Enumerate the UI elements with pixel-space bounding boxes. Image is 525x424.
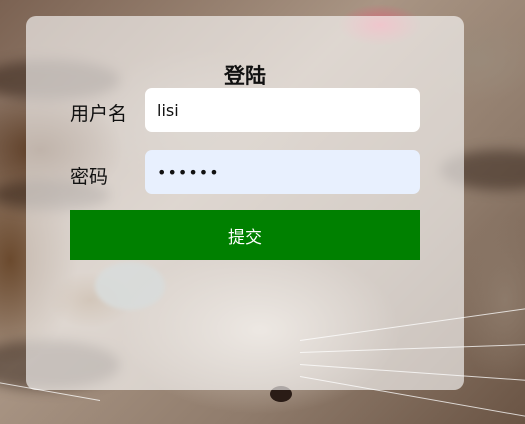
password-input[interactable] <box>145 150 420 194</box>
login-card: 登陆 <box>26 16 464 390</box>
submit-button[interactable]: 提交 <box>70 210 420 260</box>
password-label: 密码 <box>70 166 109 188</box>
username-label: 用户名 <box>70 103 128 125</box>
username-input[interactable] <box>145 88 420 132</box>
login-title: 登陆 <box>224 64 266 88</box>
